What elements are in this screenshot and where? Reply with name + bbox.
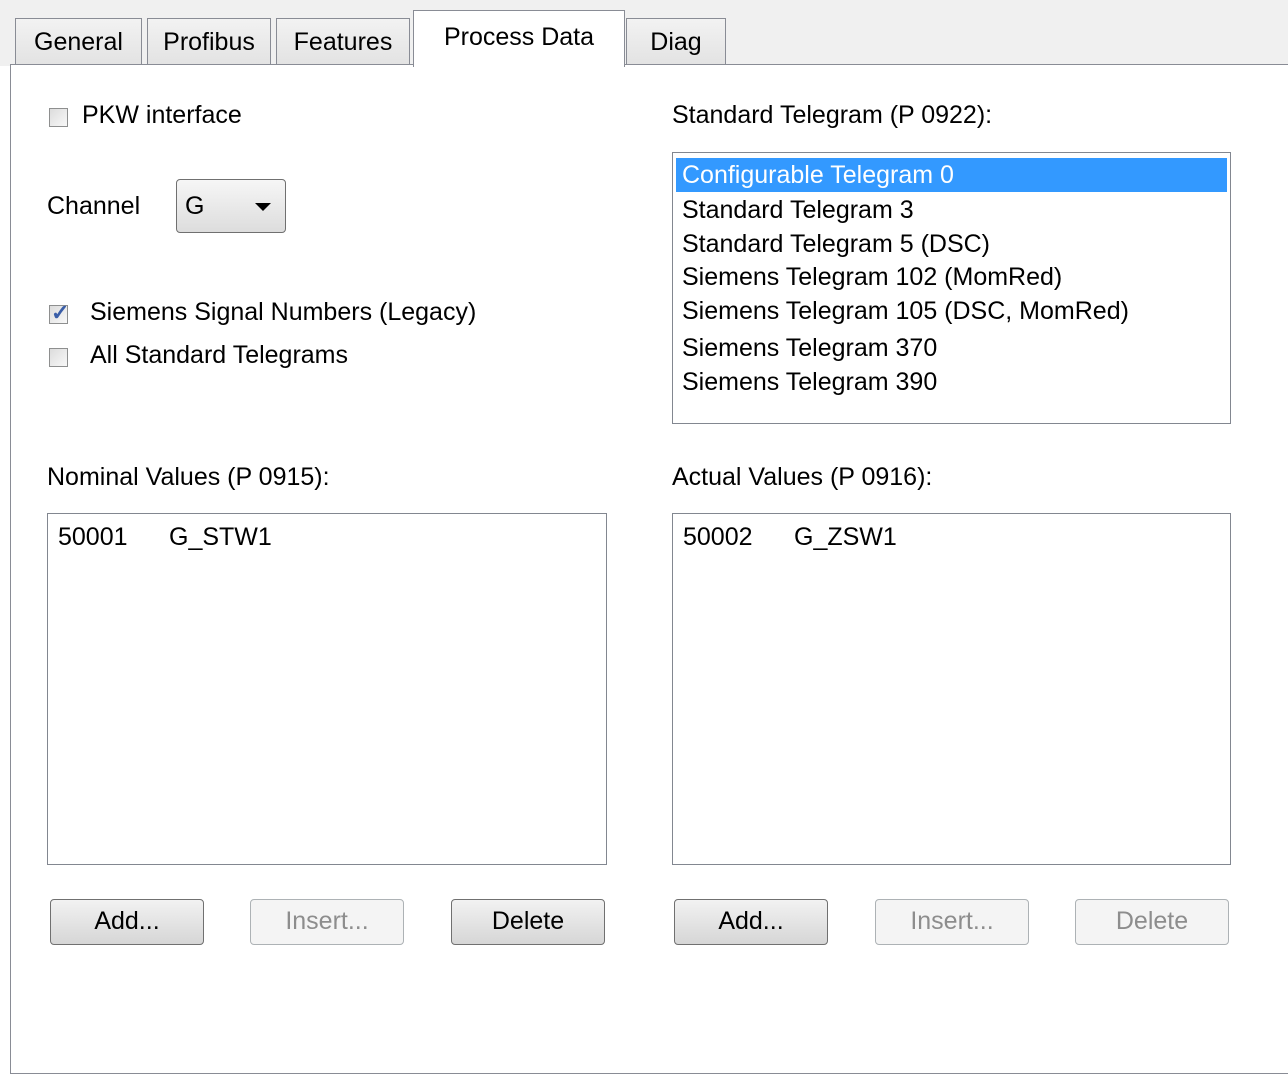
standard-telegram-list[interactable]: Configurable Telegram 0 Standard Telegra… [672,152,1231,424]
telegram-item[interactable]: Siemens Telegram 390 [682,365,937,399]
standard-telegram-label: Standard Telegram (P 0922): [672,101,993,129]
signal-number: 50002 [683,523,753,551]
telegram-item[interactable]: Siemens Telegram 105 (DSC, MomRed) [682,294,1129,328]
siemens-signal-numbers-label: Siemens Signal Numbers (Legacy) [90,298,477,326]
signal-name: G_ZSW1 [794,523,897,551]
chevron-down-icon [255,203,271,211]
channel-value: G [185,192,205,220]
actual-insert-button[interactable]: Insert... [875,899,1029,945]
signal-name: G_STW1 [169,523,272,551]
channel-label: Channel [47,192,141,220]
actual-values-label: Actual Values (P 0916): [672,463,933,491]
telegram-item[interactable]: Configurable Telegram 0 [676,158,1227,192]
actual-add-button[interactable]: Add... [674,899,828,945]
nominal-delete-button[interactable]: Delete [451,899,605,945]
checkmark-icon: ✓ [51,300,70,325]
tab-general[interactable]: General [15,18,142,64]
channel-select[interactable]: G [176,179,286,233]
actual-values-list[interactable]: 50002 G_ZSW1 [672,513,1231,865]
telegram-item[interactable]: Siemens Telegram 370 [682,331,937,365]
tab-process-data[interactable]: Process Data [413,10,625,67]
signal-number: 50001 [58,523,128,551]
actual-delete-button[interactable]: Delete [1075,899,1229,945]
telegram-item[interactable]: Standard Telegram 3 [682,193,914,227]
pkw-interface-checkbox[interactable] [49,108,68,127]
nominal-values-label: Nominal Values (P 0915): [47,463,330,491]
all-standard-telegrams-checkbox[interactable] [49,348,68,367]
siemens-signal-numbers-checkbox[interactable]: ✓ [49,300,69,325]
all-standard-telegrams-label: All Standard Telegrams [90,341,349,369]
tab-features[interactable]: Features [276,18,410,64]
tab-diag[interactable]: Diag [626,18,726,64]
telegram-item[interactable]: Siemens Telegram 102 (MomRed) [682,260,1062,294]
tab-profibus[interactable]: Profibus [147,18,271,64]
list-item[interactable]: 50001 G_STW1 [58,523,272,552]
nominal-add-button[interactable]: Add... [50,899,204,945]
nominal-values-list[interactable]: 50001 G_STW1 [47,513,607,865]
nominal-insert-button[interactable]: Insert... [250,899,404,945]
list-item[interactable]: 50002 G_ZSW1 [683,523,897,552]
tab-strip: General Profibus Features Process Data D… [0,0,1288,67]
pkw-interface-label: PKW interface [82,101,242,129]
telegram-item[interactable]: Standard Telegram 5 (DSC) [682,227,990,261]
